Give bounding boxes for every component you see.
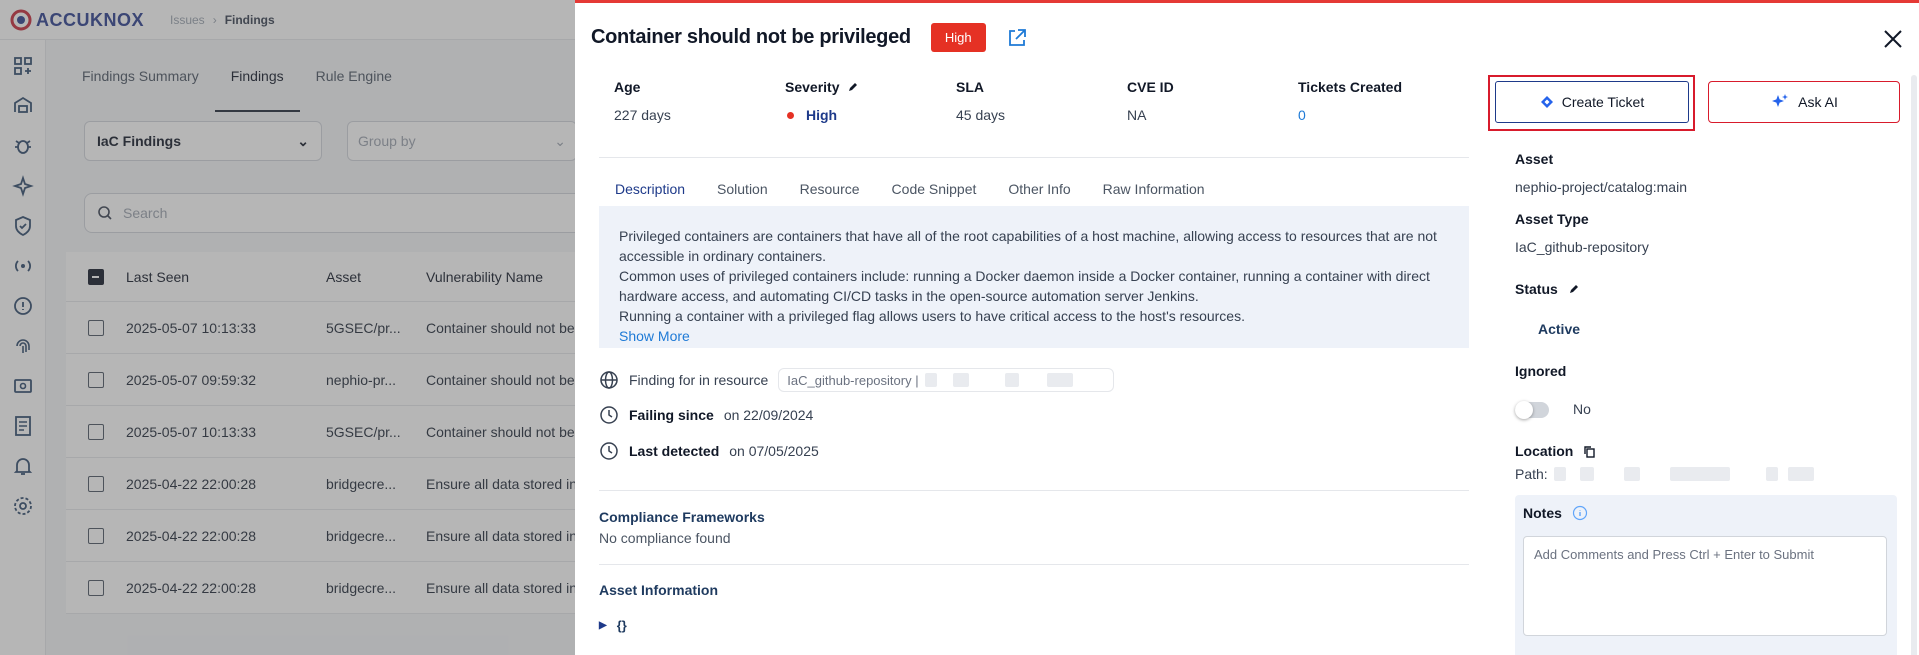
severity-badge: High — [930, 23, 986, 52]
divider — [599, 157, 1469, 158]
asset-information-title: Asset Information — [599, 582, 719, 598]
redacted-block — [1669, 467, 1730, 481]
redacted-block — [1004, 373, 1019, 387]
redacted-block — [924, 373, 937, 387]
drawer-scrollbar[interactable] — [1911, 75, 1917, 655]
jira-diamond-icon — [1540, 96, 1553, 108]
asset-value: nephio-project/catalog:main — [1515, 179, 1687, 195]
notes-panel: Notes Add Comments and Press Ctrl + Ente… — [1515, 495, 1897, 655]
asset-label: Asset — [1515, 151, 1554, 167]
copy-icon[interactable] — [1583, 445, 1596, 458]
sla-value: 45 days — [956, 107, 1006, 123]
asset-info-tree[interactable]: ▶ {} — [599, 618, 627, 633]
description-line: Privileged containers are containers tha… — [619, 228, 1437, 244]
redacted-block — [1046, 373, 1073, 387]
globe-icon — [600, 371, 618, 389]
description-panel: Privileged containers are containers tha… — [599, 206, 1469, 348]
compliance-frameworks-title: Compliance Frameworks — [599, 509, 765, 525]
edit-pencil-icon[interactable] — [1568, 283, 1580, 295]
finding-resource-label: Finding for in resource — [629, 372, 769, 388]
last-detected-label: Last detected — [629, 443, 720, 459]
cve-label: CVE ID — [1127, 79, 1174, 95]
cve-value: NA — [1127, 107, 1147, 123]
resource-chip-text: IaC_github-repository | — [787, 372, 919, 388]
location-label-text: Location — [1515, 443, 1574, 459]
ask-ai-label: Ask AI — [1798, 94, 1838, 110]
severity-label: Severity — [785, 75, 956, 99]
resource-chip[interactable]: IaC_github-repository | — [778, 368, 1115, 392]
ignored-toggle[interactable] — [1515, 401, 1549, 419]
asset-type-label: Asset Type — [1515, 211, 1589, 227]
divider — [599, 490, 1469, 491]
sla-label: SLA — [956, 79, 984, 95]
create-ticket-label: Create Ticket — [1561, 94, 1645, 110]
finding-resource-row: Finding for in resource IaC_github-repos… — [599, 368, 1115, 392]
edit-pencil-icon[interactable] — [847, 81, 859, 93]
finding-title: Container should not be privileged — [591, 26, 911, 48]
failing-since-label: Failing since — [629, 407, 714, 423]
status-label: Status — [1515, 281, 1580, 297]
notes-label: Notes — [1523, 505, 1588, 521]
finding-detail-drawer: Container should not be privileged High … — [575, 0, 1919, 655]
description-line: accessible in ordinary containers. — [619, 248, 826, 264]
notes-label-text: Notes — [1523, 505, 1562, 521]
tickets-count-link[interactable]: 0 — [1298, 107, 1469, 123]
ignored-label: Ignored — [1515, 363, 1567, 379]
age-value: 227 days — [614, 107, 671, 123]
severity-value-text: High — [806, 107, 838, 123]
asset-type-value: IaC_github-repository — [1515, 239, 1649, 255]
path-label: Path: — [1515, 466, 1548, 482]
tickets-label: Tickets Created — [1298, 79, 1403, 95]
failing-since-row: Failing since on 22/09/2024 — [599, 405, 813, 425]
age-label: Age — [614, 79, 641, 95]
status-label-text: Status — [1515, 281, 1558, 297]
divider — [599, 564, 1469, 565]
compliance-frameworks-value: No compliance found — [599, 530, 731, 546]
asset-info-json: {} — [616, 618, 627, 633]
redacted-block — [1553, 467, 1566, 481]
redacted-block — [1765, 467, 1778, 481]
location-path: Path: — [1515, 466, 1814, 482]
caret-right-icon[interactable]: ▶ — [599, 620, 607, 631]
show-more-link[interactable]: Show More — [619, 326, 1449, 346]
ignored-value: No — [1573, 401, 1591, 417]
finding-meta: Age 227 days Severity High SLA 45 days C… — [599, 75, 1469, 123]
redacted-block — [1579, 467, 1594, 481]
location-label: Location — [1515, 443, 1596, 459]
info-icon[interactable] — [1572, 505, 1588, 521]
last-detected-row: Last detected on 07/05/2025 — [599, 441, 819, 461]
status-value[interactable]: Active — [1538, 321, 1580, 337]
redacted-block — [1787, 467, 1814, 481]
redacted-block — [1623, 467, 1640, 481]
external-link-icon[interactable] — [1006, 27, 1028, 49]
modal-overlay[interactable] — [0, 0, 575, 655]
severity-value: High — [785, 107, 956, 123]
create-ticket-button[interactable]: Create Ticket — [1495, 81, 1689, 123]
severity-dot-icon — [787, 111, 794, 119]
ask-ai-button[interactable]: Ask AI — [1708, 81, 1900, 123]
last-detected-value: on 07/05/2025 — [729, 443, 819, 459]
failing-since-value: on 22/09/2024 — [723, 407, 814, 423]
clock-icon — [600, 406, 618, 424]
finding-main-pane: Age 227 days Severity High SLA 45 days C… — [599, 75, 1469, 633]
redacted-block — [952, 373, 969, 387]
severity-label-text: Severity — [785, 79, 840, 95]
description-line: Running a container with a privileged fl… — [619, 308, 1245, 324]
close-icon[interactable] — [1881, 27, 1905, 51]
drawer-header: Container should not be privileged High — [591, 23, 1028, 52]
clock-icon — [600, 442, 618, 460]
ai-sparkle-icon — [1772, 94, 1789, 107]
description-line: Common uses of privileged containers inc… — [619, 268, 1430, 284]
notes-input[interactable]: Add Comments and Press Ctrl + Enter to S… — [1523, 536, 1887, 636]
description-line: hardware access, and automating CI/CD ta… — [619, 288, 1199, 304]
